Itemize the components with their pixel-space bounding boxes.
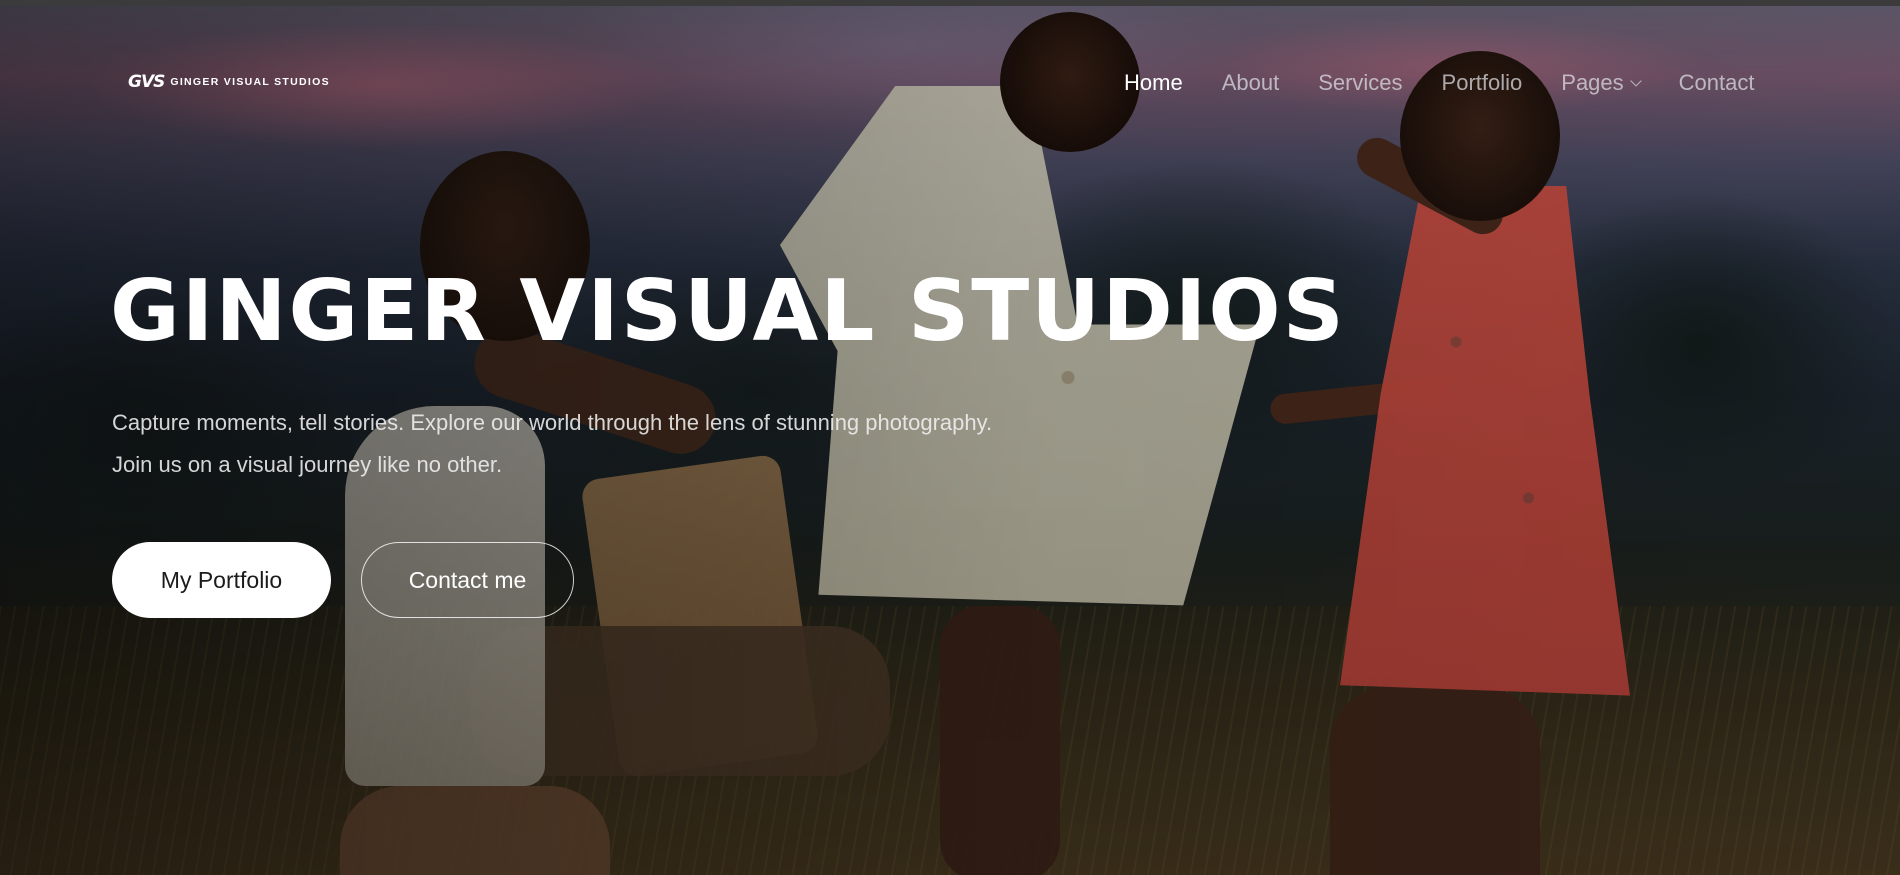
- hero-section: GVS GINGER VISUAL STUDIOS Home About Ser…: [0, 6, 1900, 875]
- site-logo[interactable]: GVS GINGER VISUAL STUDIOS: [128, 72, 330, 92]
- nav-item-label: Portfolio: [1441, 70, 1523, 95]
- main-nav: Home About Services Portfolio Pages Cont…: [1124, 70, 1754, 96]
- logo-mark-icon: GVS: [128, 72, 165, 92]
- nav-item-services[interactable]: Services: [1318, 70, 1402, 96]
- hero-title: GINGER VISUAL STUDIOS: [110, 262, 1346, 361]
- chevron-down-icon: [1629, 74, 1642, 87]
- nav-item-label: Contact: [1678, 70, 1755, 95]
- nav-item-label: Pages: [1561, 70, 1624, 95]
- contact-me-button[interactable]: Contact me: [361, 542, 574, 618]
- hero-subtitle-line-1: Capture moments, tell stories. Explore o…: [112, 410, 993, 435]
- nav-item-label: Services: [1318, 70, 1403, 95]
- hero-subtitle: Capture moments, tell stories. Explore o…: [112, 402, 1112, 486]
- logo-text: GINGER VISUAL STUDIOS: [170, 76, 330, 88]
- nav-item-contact[interactable]: Contact: [1679, 70, 1755, 96]
- nav-item-label: Home: [1124, 70, 1183, 95]
- my-portfolio-button[interactable]: My Portfolio: [112, 542, 331, 618]
- nav-item-portfolio[interactable]: Portfolio: [1442, 70, 1523, 96]
- hero-subtitle-line-2: Join us on a visual journey like no othe…: [112, 452, 503, 477]
- nav-item-home[interactable]: Home: [1124, 70, 1183, 96]
- nav-item-about[interactable]: About: [1222, 70, 1280, 96]
- nav-item-pages[interactable]: Pages: [1561, 70, 1642, 96]
- nav-item-label: About: [1221, 70, 1280, 95]
